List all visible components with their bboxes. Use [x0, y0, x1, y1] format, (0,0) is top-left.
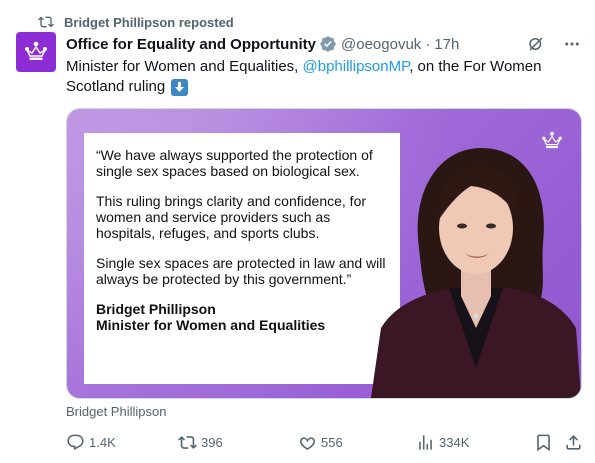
tweet-text: Minister for Women and Equalities, @bphi… [66, 57, 581, 97]
views-button[interactable]: 334K [416, 433, 469, 452]
display-name[interactable]: Office for Equality and Opportunity [66, 36, 316, 53]
grok-icon[interactable] [527, 35, 545, 53]
down-arrow-emoji-icon [171, 78, 189, 96]
repost-icon [38, 16, 54, 28]
like-button[interactable]: 556 [298, 433, 343, 452]
repost-button[interactable]: 396 [178, 433, 223, 452]
reply-icon [67, 434, 84, 450]
tweet-text-before: Minister for Women and Equalities, [66, 58, 303, 75]
timestamp[interactable]: 17h [434, 36, 459, 53]
repost-indicator[interactable]: Bridget Phillipson reposted [38, 13, 234, 31]
quote-paragraph-3: Single sex spaces are protected in law a… [96, 255, 386, 287]
avatar[interactable] [16, 32, 56, 72]
bookmark-button[interactable] [534, 433, 553, 452]
repost-count: 396 [201, 434, 223, 450]
reply-count: 1.4K [89, 434, 116, 450]
views-chart-icon [419, 434, 432, 450]
heart-icon [299, 436, 316, 450]
share-icon [566, 434, 581, 450]
media-caption: Bridget Phillipson [66, 404, 167, 419]
separator-dot: · [425, 35, 431, 53]
repost-icon [178, 435, 197, 449]
more-icon[interactable] [563, 35, 581, 53]
verified-badge-icon[interactable] [319, 35, 337, 53]
mention-link[interactable]: @bphillipsonMP [303, 58, 410, 75]
like-count: 556 [321, 434, 343, 450]
views-count: 334K [439, 434, 470, 450]
quote-card: “We have always supported the protection… [84, 133, 400, 384]
tweet-header: Office for Equality and Opportunity @oeo… [66, 34, 581, 54]
action-bar: 1.4K 396 556 334K [66, 432, 582, 452]
portrait-photo [371, 148, 581, 398]
quote-paragraph-1: “We have always supported the protection… [96, 147, 373, 179]
bookmark-icon [537, 434, 550, 451]
share-button[interactable] [564, 433, 583, 452]
repost-text: Bridget Phillipson reposted [64, 14, 234, 30]
reply-button[interactable]: 1.4K [66, 433, 116, 452]
quote-paragraph-2: This ruling brings clarity and confidenc… [96, 193, 367, 241]
handle[interactable]: @oeogovuk [341, 36, 421, 53]
crown-icon [25, 41, 48, 60]
quote-attribution-title: Minister for Women and Equalities [96, 317, 326, 333]
tweet-media-image[interactable]: “We have always supported the protection… [66, 108, 582, 399]
quote-attribution-name: Bridget Phillipson [96, 301, 216, 317]
